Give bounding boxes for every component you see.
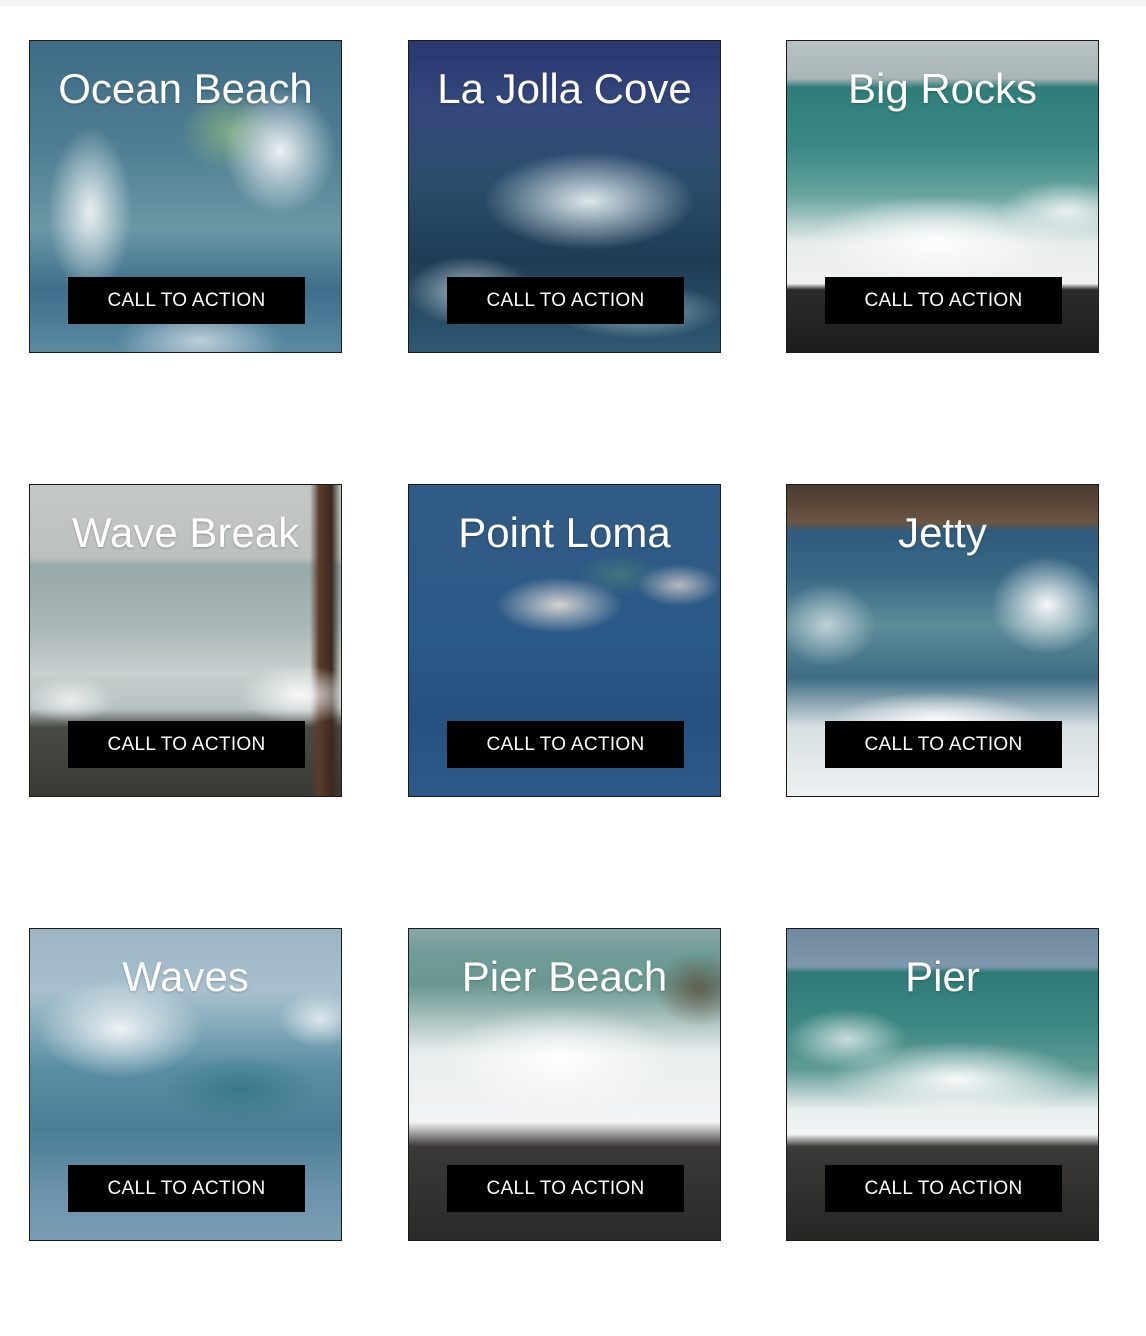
card-pier[interactable]: Pier CALL TO ACTION (786, 928, 1099, 1241)
call-to-action-button[interactable]: CALL TO ACTION (825, 277, 1062, 324)
card-title: La Jolla Cove (437, 65, 692, 112)
call-to-action-button[interactable]: CALL TO ACTION (825, 1165, 1062, 1212)
card-title: Waves (122, 953, 249, 1000)
card-la-jolla-cove[interactable]: La Jolla Cove CALL TO ACTION (408, 40, 721, 353)
call-to-action-button[interactable]: CALL TO ACTION (447, 721, 684, 768)
card-big-rocks[interactable]: Big Rocks CALL TO ACTION (786, 40, 1099, 353)
call-to-action-button[interactable]: CALL TO ACTION (447, 277, 684, 324)
card-title: Point Loma (458, 509, 671, 556)
call-to-action-button[interactable]: CALL TO ACTION (68, 277, 305, 324)
call-to-action-button[interactable]: CALL TO ACTION (68, 1165, 305, 1212)
call-to-action-button[interactable]: CALL TO ACTION (68, 721, 305, 768)
card-title: Jetty (898, 509, 987, 556)
call-to-action-button[interactable]: CALL TO ACTION (825, 721, 1062, 768)
card-title: Ocean Beach (58, 65, 313, 112)
card-pier-beach[interactable]: Pier Beach CALL TO ACTION (408, 928, 721, 1241)
card-title: Pier Beach (461, 953, 668, 1000)
card-title: Big Rocks (847, 65, 1038, 112)
card-title: Wave Break (71, 509, 300, 556)
card-point-loma[interactable]: Point Loma CALL TO ACTION (408, 484, 721, 797)
card-waves[interactable]: Waves CALL TO ACTION (29, 928, 342, 1241)
card-jetty[interactable]: Jetty CALL TO ACTION (786, 484, 1099, 797)
call-to-action-button[interactable]: CALL TO ACTION (447, 1165, 684, 1212)
card-ocean-beach[interactable]: Ocean Beach CALL TO ACTION (29, 40, 342, 353)
card-wave-break[interactable]: Wave Break CALL TO ACTION (29, 484, 342, 797)
card-grid: Ocean Beach CALL TO ACTION La Jolla Cove… (0, 0, 1146, 1336)
card-title: Pier (905, 953, 980, 1000)
